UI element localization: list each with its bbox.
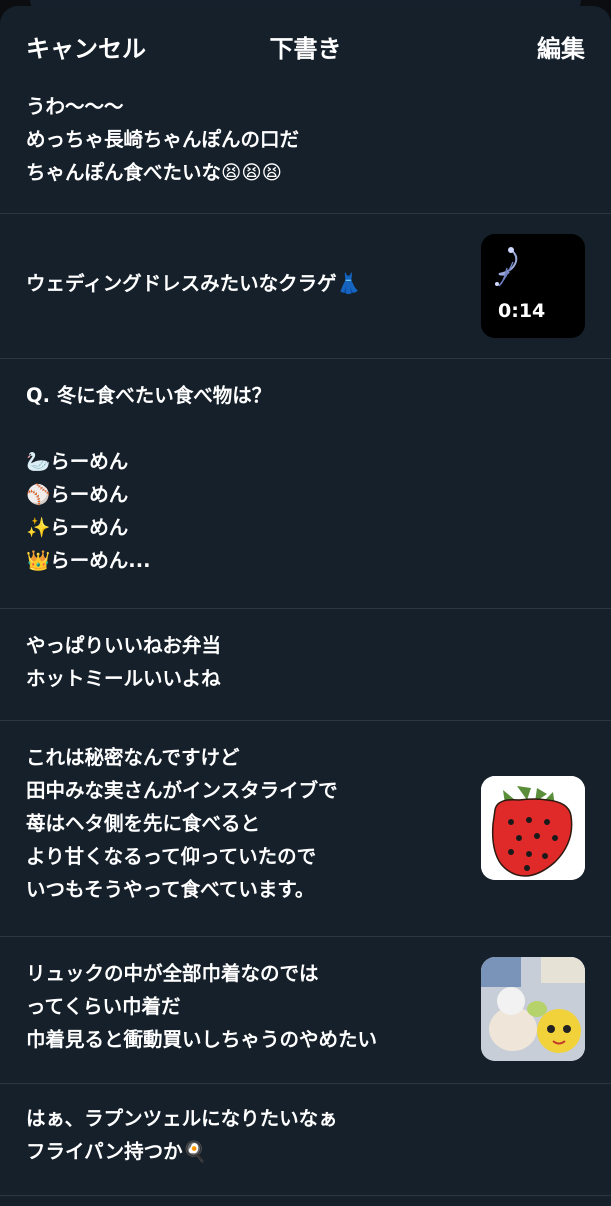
draft-item[interactable]: ウェディングドレスみたいなクラゲ👗 0:14	[0, 214, 611, 359]
draft-item[interactable]: はぁ、ラプンツェルになりたいなぁ フライパン持つか🍳	[0, 1084, 611, 1196]
draft-text: やっぱりいいねお弁当 ホットミールいいよね	[26, 634, 222, 690]
video-duration: 0:14	[498, 300, 546, 322]
pouches-thumbnail[interactable]	[481, 957, 585, 1061]
draft-text: はぁ、ラプンツェルになりたいなぁ フライパン持つか🍳	[26, 1107, 338, 1163]
draft-text: ウェディングドレスみたいなクラゲ👗	[26, 272, 361, 295]
draft-item[interactable]: リュックの中が全部巾着なのでは ってくらい巾着だ 巾着見ると衝動買いしちゃうのや…	[0, 937, 611, 1084]
draft-item[interactable]: やっぱりいいねお弁当 ホットミールいいよね	[0, 609, 611, 721]
draft-item[interactable]: これは秘密なんですけど 田中みな実さんがインスタライブで 苺はヘタ側を先に食べる…	[0, 721, 611, 937]
video-thumbnail[interactable]: 0:14	[481, 234, 585, 338]
edit-button[interactable]: 編集	[537, 34, 585, 64]
jellyfish-icon	[481, 234, 585, 338]
pouches-photo-icon	[481, 957, 585, 1061]
strawberry-thumbnail[interactable]	[481, 776, 585, 880]
draft-item[interactable]: Q. 冬に食べたい食べ物は？ 🦢らーめん ⚾️らーめん ✨らーめん 👑らーめん.…	[0, 359, 611, 609]
draft-item[interactable]: うわ〜〜〜 めっちゃ長崎ちゃんぽんの口だ ちゃんぽん食べたいな😫😫😫	[0, 86, 611, 214]
draft-text: Q. 冬に食べたい食べ物は？ 🦢らーめん ⚾️らーめん ✨らーめん 👑らーめん.…	[26, 384, 272, 572]
cancel-button[interactable]: キャンセル	[26, 34, 146, 64]
draft-list: うわ〜〜〜 めっちゃ長崎ちゃんぽんの口だ ちゃんぽん食べたいな😫😫😫 ウェディン…	[0, 86, 611, 1196]
top-bar: 下書き キャンセル 編集	[0, 6, 611, 86]
strawberry-icon	[481, 776, 585, 880]
draft-text: うわ〜〜〜 めっちゃ長崎ちゃんぽんの口だ ちゃんぽん食べたいな😫😫😫	[26, 95, 300, 184]
drafts-sheet: 下書き キャンセル 編集 うわ〜〜〜 めっちゃ長崎ちゃんぽんの口だ ちゃんぽん食…	[0, 6, 611, 1206]
